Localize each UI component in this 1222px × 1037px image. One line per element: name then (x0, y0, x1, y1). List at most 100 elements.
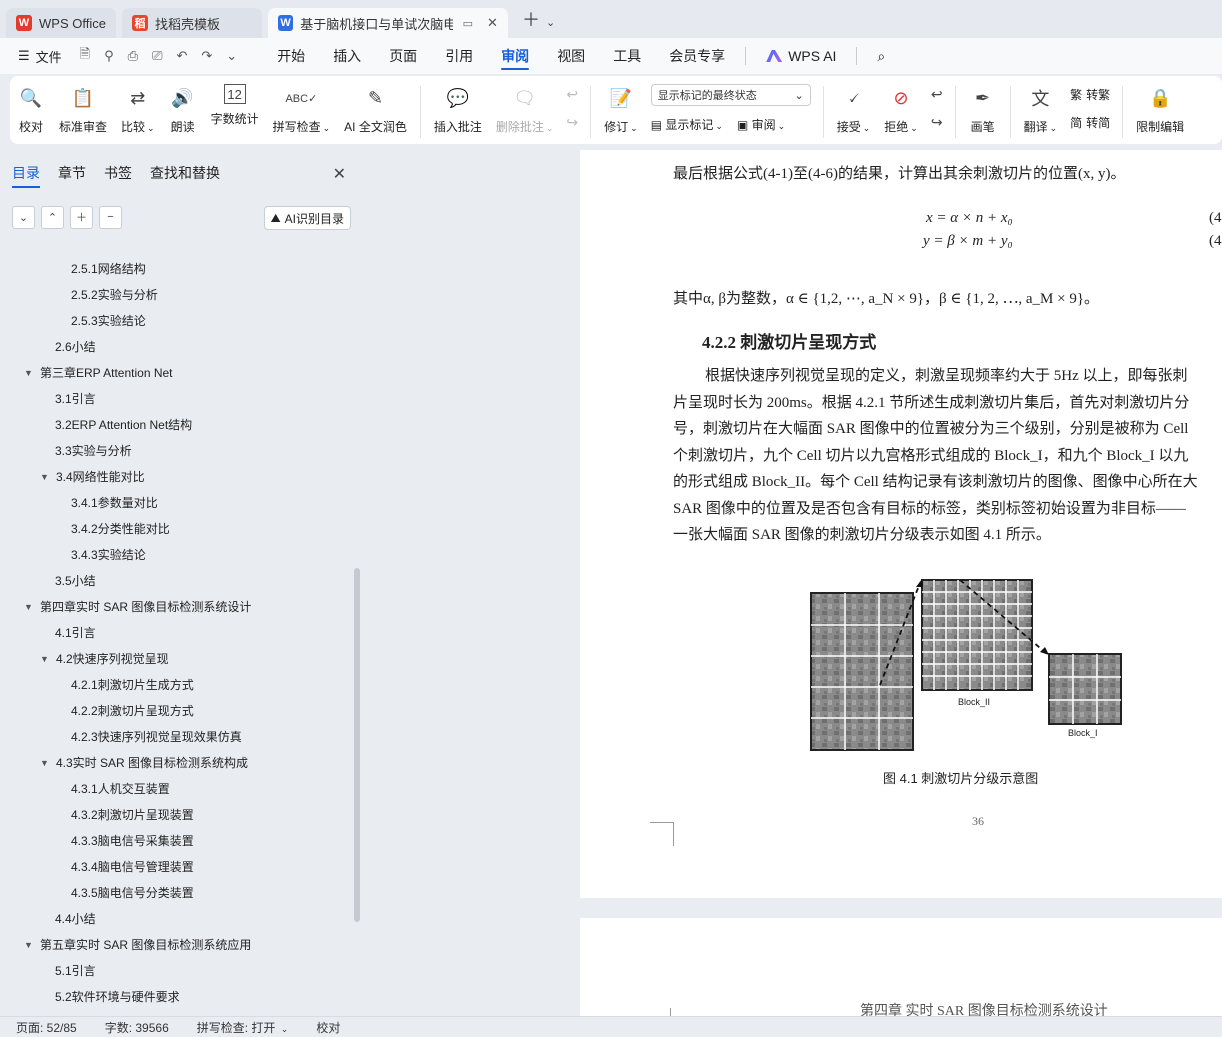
spell-check-status[interactable]: 拼写检查: 打开 ⌄ (197, 1019, 289, 1036)
reject-button[interactable]: ⊘ 拒绝 ⌄ (884, 84, 918, 135)
toc-item[interactable]: 2.5.2实验与分析 (71, 286, 158, 303)
toc-item[interactable]: 3.3实验与分析 (55, 442, 132, 459)
to-simplified-button[interactable]: 简转简 (1070, 112, 1110, 132)
link-icon[interactable]: ⚲ (104, 48, 114, 64)
file-menu[interactable]: ☰ 文件 (18, 47, 62, 66)
toc-item[interactable]: 4.3.3脑电信号采集装置 (71, 832, 194, 849)
search-icon[interactable]: ⌕ (877, 38, 885, 74)
expand-arrow-icon[interactable]: ▼ (24, 368, 40, 378)
toc-item[interactable]: 4.3.5脑电信号分类装置 (71, 884, 194, 901)
tab-wps-office[interactable]: W WPS Office (6, 8, 116, 38)
close-panel-icon[interactable]: ✕ (333, 164, 346, 184)
menu-reference[interactable]: 引用 (445, 38, 473, 74)
toc-item[interactable]: ▼ 3.4网络性能对比 (40, 468, 145, 485)
toc-item[interactable]: 3.5小结 (55, 572, 96, 589)
previous-comment-icon[interactable]: ↩ (566, 84, 578, 104)
standard-review-button[interactable]: 📋 标准审查 (59, 84, 107, 135)
restrict-editing-button[interactable]: 🔒 限制编辑 (1136, 84, 1184, 135)
read-aloud-button[interactable]: 🔊 朗读 (169, 84, 197, 135)
remove-heading-icon[interactable]: − (99, 205, 122, 229)
new-tab-button[interactable]: ＋ ⌄ (522, 6, 555, 32)
previous-change-icon[interactable]: ↩ (931, 84, 943, 104)
more-icon[interactable]: ⌄ (226, 48, 237, 64)
tab-chapters[interactable]: 章节 (58, 163, 86, 183)
next-comment-icon[interactable]: ↪ (566, 112, 578, 132)
toc-item[interactable]: 2.5.1网络结构 (71, 260, 146, 277)
ai-toc-button[interactable]: ⛰ AI识别目录 (263, 206, 351, 230)
toc-item[interactable]: 4.2.1刺激切片生成方式 (71, 676, 194, 693)
redo-icon[interactable]: ↷ (201, 48, 212, 64)
toc-item[interactable]: 3.1引言 (55, 390, 96, 407)
next-change-icon[interactable]: ↪ (931, 112, 943, 132)
toc-item[interactable]: 4.2.3快速序列视觉呈现效果仿真 (71, 728, 242, 745)
menu-wps-ai[interactable]: WPS AI (766, 38, 836, 74)
toc-item[interactable]: 4.3.4脑电信号管理装置 (71, 858, 194, 875)
tab-bookmarks[interactable]: 书签 (104, 163, 132, 183)
tab-document[interactable]: W 基于脑机接口与单试次脑电分 ▭ ✕ (267, 8, 508, 38)
menu-insert[interactable]: 插入 (333, 38, 361, 74)
menu-view[interactable]: 视图 (557, 38, 585, 74)
toc-item[interactable]: 5.1引言 (55, 962, 96, 979)
ai-polish-button[interactable]: ✎ AI 全文润色 (344, 84, 407, 135)
save-icon[interactable]: 🗎 (80, 45, 90, 67)
toc-item[interactable]: 3.4.3实验结论 (71, 546, 146, 563)
monitor-icon[interactable]: ▭ (463, 17, 473, 30)
menu-page[interactable]: 页面 (389, 38, 417, 74)
proof-button[interactable]: 🔍 校对 (17, 84, 45, 135)
to-traditional-button[interactable]: 繁转繁 (1070, 84, 1110, 104)
expand-arrow-icon[interactable]: ▼ (40, 758, 56, 768)
toc-item[interactable]: ▼ 第三章ERP Attention Net (24, 364, 173, 381)
toc-item[interactable]: ▼ 第四章实时 SAR 图像目标检测系统设计 (24, 598, 251, 615)
print-preview-icon[interactable]: ⎚ (152, 48, 162, 64)
page-indicator[interactable]: 页面: 52/85 (16, 1019, 77, 1036)
expand-arrow-icon[interactable]: ▼ (24, 940, 40, 950)
figure-caption: 图 4.1 刺激切片分级示意图 (883, 771, 1039, 786)
toc-item[interactable]: 5.2软件环境与硬件要求 (55, 988, 180, 1005)
toc-item[interactable]: 3.2ERP Attention Net结构 (55, 416, 192, 433)
add-heading-icon[interactable]: ＋ (70, 205, 93, 229)
menu-start[interactable]: 开始 (277, 38, 305, 74)
chevron-down-icon[interactable]: ⌄ (546, 17, 555, 29)
close-tab-icon[interactable]: ✕ (487, 15, 498, 31)
accept-button[interactable]: 🗸 接受 ⌄ (837, 84, 871, 135)
menu-tools[interactable]: 工具 (613, 38, 641, 74)
tab-find-replace[interactable]: 查找和替换 (150, 163, 220, 183)
proofread-status[interactable]: 校对 (316, 1019, 340, 1036)
undo-icon[interactable]: ↶ (176, 48, 187, 64)
expand-arrow-icon[interactable]: ▼ (40, 472, 56, 482)
toc-item[interactable]: 2.6小结 (55, 338, 96, 355)
markup-display-select[interactable]: 显示标记的最终状态 ⌄ (650, 84, 811, 106)
tab-template[interactable]: 稻 找稻壳模板 (121, 8, 262, 38)
toc-item[interactable]: ▼ 4.2快速序列视觉呈现 (40, 650, 169, 667)
toc-item[interactable]: 2.5.3实验结论 (71, 312, 146, 329)
toc-item[interactable]: ▼ 4.3实时 SAR 图像目标检测系统构成 (40, 754, 248, 771)
toc-item[interactable]: 4.4小结 (55, 910, 96, 927)
word-count[interactable]: 字数: 39566 (105, 1019, 169, 1036)
pen-button[interactable]: ✒ 画笔 (969, 84, 997, 135)
expand-arrow-icon[interactable]: ▼ (24, 602, 40, 612)
toc-item[interactable]: 4.2.2刺激切片呈现方式 (71, 702, 194, 719)
track-changes-button[interactable]: 📝 修订 ⌄ (604, 84, 638, 135)
expand-arrow-icon[interactable]: ▼ (40, 654, 56, 664)
delete-comment-button[interactable]: 🗨 删除批注 ⌄ (496, 84, 554, 135)
menu-review[interactable]: 审阅 (501, 38, 530, 74)
toc-item[interactable]: 4.3.2刺激切片呈现装置 (71, 806, 194, 823)
review-pane-button[interactable]: ▣ 审阅 ⌄ (737, 116, 785, 133)
spell-check-button[interactable]: ABC✓ 拼写检查 ⌄ (273, 84, 331, 135)
menu-member[interactable]: 会员专享 (669, 38, 725, 74)
show-markup-button[interactable]: ▤ 显示标记 ⌄ (651, 116, 723, 133)
toc-item[interactable]: 3.4.1参数量对比 (71, 494, 158, 511)
translate-button[interactable]: 文翻译 ⌄ (1024, 84, 1058, 135)
toc-item[interactable]: ▼ 第五章实时 SAR 图像目标检测系统应用 (24, 936, 251, 953)
toc-item[interactable]: 3.4.2分类性能对比 (71, 520, 170, 537)
toc-item[interactable]: 4.1引言 (55, 624, 96, 641)
toc-item[interactable]: 4.3.1人机交互装置 (71, 780, 170, 797)
toc-scrollbar[interactable] (354, 568, 360, 922)
expand-down-icon[interactable]: ⌄ (12, 205, 35, 229)
insert-comment-button[interactable]: 💬 插入批注 (434, 84, 482, 135)
tab-toc[interactable]: 目录 (12, 163, 40, 188)
word-count-button[interactable]: 12 字数统计 (211, 84, 259, 127)
print-icon[interactable]: ⎙ (128, 48, 138, 64)
compare-button[interactable]: ⇄ 比较 ⌄ (121, 84, 155, 135)
collapse-up-icon[interactable]: ⌃ (41, 205, 64, 229)
